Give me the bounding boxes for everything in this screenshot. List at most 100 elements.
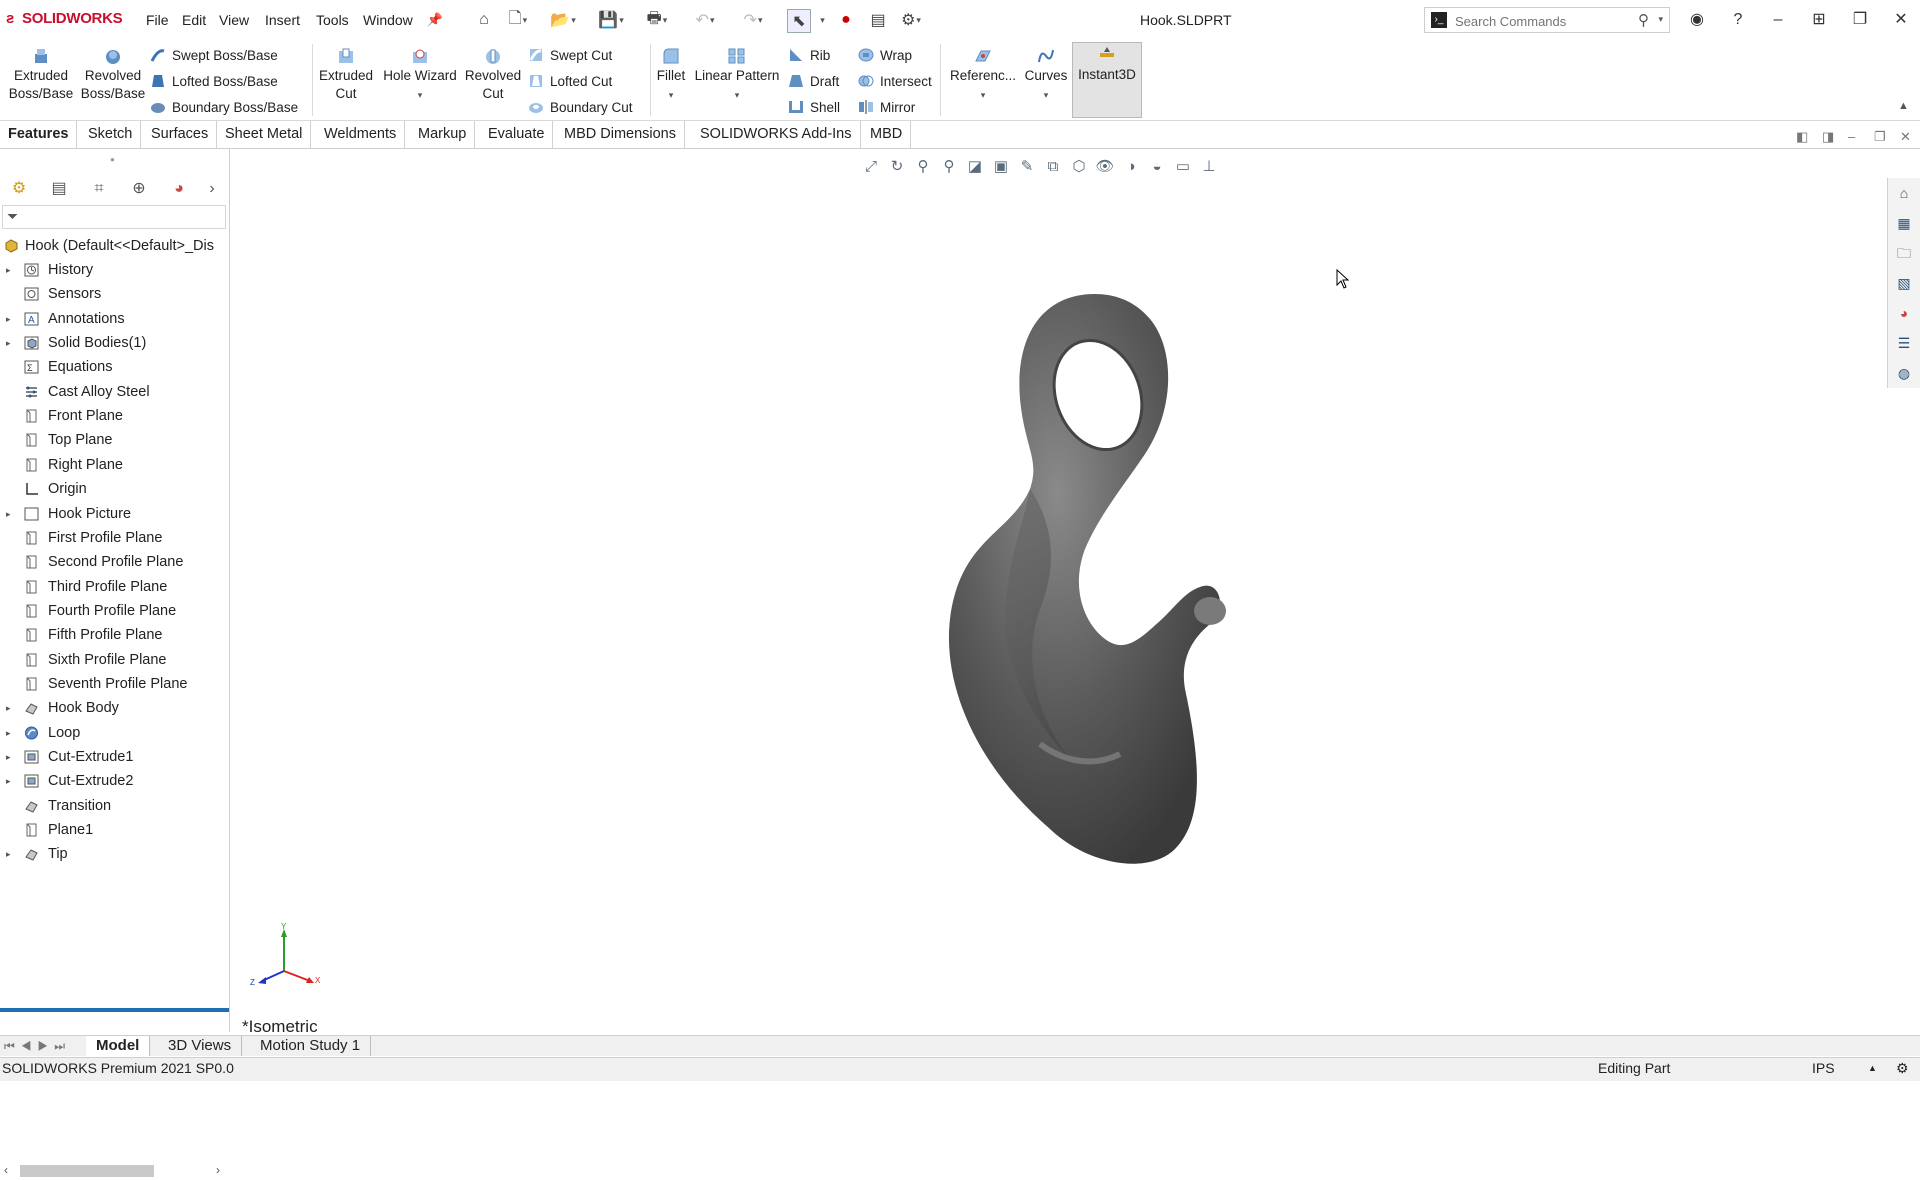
fillet-dropdown-icon[interactable]: ▾ [669,90,674,100]
tab-sheet-metal[interactable]: Sheet Metal [217,121,312,148]
tab-model[interactable]: Model [86,1036,151,1056]
sketch-display-icon[interactable]: ✎ [1016,157,1038,177]
tree-item-right-plane[interactable]: Right Plane [0,453,229,477]
tab-solidworks-add-ins[interactable]: SOLIDWORKS Add-Ins [692,121,861,148]
tree-item-hook-body[interactable]: ▸ Hook Body [0,696,229,720]
linear-pattern-button[interactable]: Linear Pattern ▾ [692,44,782,104]
revolved-cut-button[interactable]: Revolved Cut [462,44,524,103]
help-icon[interactable]: ? [1724,8,1752,32]
select-cursor-icon[interactable]: ⬉ [787,9,811,33]
tree-item-tip[interactable]: ▸ Tip [0,842,229,866]
options-gear-icon[interactable]: ⚙ ▾ [900,9,922,31]
undo-icon[interactable]: ↶ ▾ [694,9,716,31]
customize-status-icon[interactable]: ⚙ [1896,1060,1909,1077]
expand-chevron-icon[interactable]: ▸ [6,331,11,355]
extruded-boss-button[interactable]: Extruded Boss/Base [6,44,76,103]
shell-button[interactable]: Shell [788,96,840,118]
hole-wizard-dropdown-icon[interactable]: ▾ [418,90,423,100]
curves-dropdown-icon[interactable]: ▾ [1044,90,1049,100]
tree-horizontal-scrollbar[interactable]: ‹ › [0,1162,229,1180]
view-palette-icon[interactable]: ▧ [1895,274,1913,292]
tree-item-cut-extrude2[interactable]: ▸ Cut-Extrude2 [0,769,229,793]
reference-geometry-dropdown-icon[interactable]: ▾ [981,90,986,100]
redo-icon[interactable]: ↷ ▾ [742,9,764,31]
hole-wizard-button[interactable]: Hole Wizard ▾ [380,44,460,104]
tree-item-hook-picture[interactable]: ▸ Hook Picture [0,502,229,526]
linear-pattern-dropdown-icon[interactable]: ▾ [735,90,740,100]
display-style-icon[interactable]: ⬡ [1068,157,1090,177]
tree-item-annotations[interactable]: ▸ A Annotations [0,307,229,331]
rib-button[interactable]: Rib [788,44,830,66]
tree-item-second-profile-plane[interactable]: Second Profile Plane [0,550,229,574]
property-manager-icon[interactable]: ▤ [44,178,74,200]
triad-toggle-icon[interactable]: ⊥ [1198,157,1220,177]
tree-item-first-profile-plane[interactable]: First Profile Plane [0,526,229,550]
units-chevron-icon[interactable]: ▲ [1868,1063,1877,1073]
intersect-button[interactable]: Intersect [858,70,932,92]
draft-button[interactable]: Draft [788,70,839,92]
scroll-left-icon[interactable]: ‹ [4,1163,8,1177]
menu-tools[interactable]: Tools [316,12,349,28]
expand-chevron-icon[interactable]: ▸ [6,307,11,331]
tab-3d-views[interactable]: 3D Views [158,1036,243,1056]
swept-cut-button[interactable]: Swept Cut [528,44,612,66]
tree-item-origin[interactable]: Origin [0,477,229,501]
tab-motion-study-1[interactable]: Motion Study 1 [250,1036,372,1056]
menu-insert[interactable]: Insert [265,12,300,28]
tree-item-fourth-profile-plane[interactable]: Fourth Profile Plane [0,599,229,623]
rollback-bar[interactable] [0,1008,229,1012]
appearances-scenes-icon[interactable]: ◕ [1895,304,1913,322]
menu-edit[interactable]: Edit [182,12,206,28]
rotate-view-icon[interactable]: ↻ [886,157,908,177]
apply-scene-icon[interactable]: ◒ [1146,157,1168,177]
tree-item-sensors[interactable]: Sensors [0,282,229,306]
home-icon[interactable]: ⌂ [473,9,495,31]
tree-item-front-plane[interactable]: Front Plane [0,404,229,428]
viewport-close-icon[interactable]: ✕ [1900,129,1911,145]
configuration-manager-icon[interactable]: ⌗ [84,178,114,200]
collapse-ribbon-chevron-icon[interactable]: ▲ [1898,100,1909,112]
view-orientation-icon[interactable]: ⧉ [1042,157,1064,177]
tab-surfaces[interactable]: Surfaces [143,121,218,148]
search-icon[interactable]: ⚲ [1638,11,1649,29]
mirror-button[interactable]: Mirror [858,96,915,118]
edit-appearance-icon[interactable]: ◑ [1120,157,1142,177]
previous-view-icon[interactable]: ⚲ [938,157,960,177]
tree-item-top-plane[interactable]: Top Plane [0,428,229,452]
tree-item-sixth-profile-plane[interactable]: Sixth Profile Plane [0,648,229,672]
app-logo[interactable]: ƨ SOLIDWORKS [6,10,123,27]
design-library-icon[interactable]: ▦ [1895,214,1913,232]
expand-chevron-icon[interactable]: ▸ [6,502,11,526]
tree-item-transition[interactable]: Transition [0,794,229,818]
zoom-to-area-icon[interactable]: ⚲ [912,157,934,177]
boundary-cut-button[interactable]: Boundary Cut [528,96,633,118]
tab-scroll-arrows-icon[interactable]: ⏮◀▶⏭ [4,1036,71,1056]
tree-item-solid-bodies-1[interactable]: ▸ Solid Bodies(1) [0,331,229,355]
instant3d-button[interactable]: Instant3D [1072,42,1142,118]
menu-window[interactable]: Window [363,12,413,28]
revolved-boss-button[interactable]: Revolved Boss/Base [78,44,148,103]
view-settings-icon[interactable]: ▭ [1172,157,1194,177]
tree-item-cast-alloy-steel[interactable]: Cast Alloy Steel [0,380,229,404]
tab-weldments[interactable]: Weldments [316,121,406,148]
viewport-tile-right-icon[interactable]: ◨ [1822,129,1834,145]
pin-icon[interactable]: 📌 [424,9,446,31]
tree-item-third-profile-plane[interactable]: Third Profile Plane [0,575,229,599]
swept-boss-button[interactable]: Swept Boss/Base [150,44,278,66]
zoom-to-fit-icon[interactable]: ⤢ [860,157,882,177]
wrap-button[interactable]: Wrap [858,44,912,66]
tab-mbd-dimensions[interactable]: MBD Dimensions [556,121,685,148]
tab-sketch[interactable]: Sketch [80,121,142,148]
tree-item-loop[interactable]: ▸ Loop [0,721,229,745]
feature-tree-icon[interactable]: ⚙ [4,178,34,200]
section-view-icon[interactable]: ◪ [964,157,986,177]
save-icon[interactable]: 💾 ▾ [598,9,623,31]
tree-item-seventh-profile-plane[interactable]: Seventh Profile Plane [0,672,229,696]
expand-chevron-icon[interactable]: ▸ [6,842,11,866]
tree-filter-box[interactable]: ⏷ [2,205,226,229]
select-dropdown-icon[interactable]: ▾ [811,9,833,31]
tab-markup[interactable]: Markup [410,121,476,148]
viewport-tile-left-icon[interactable]: ◧ [1796,129,1808,145]
print-icon[interactable]: 🖶 ▾ [646,9,668,31]
fillet-button[interactable]: Fillet ▾ [652,44,690,104]
